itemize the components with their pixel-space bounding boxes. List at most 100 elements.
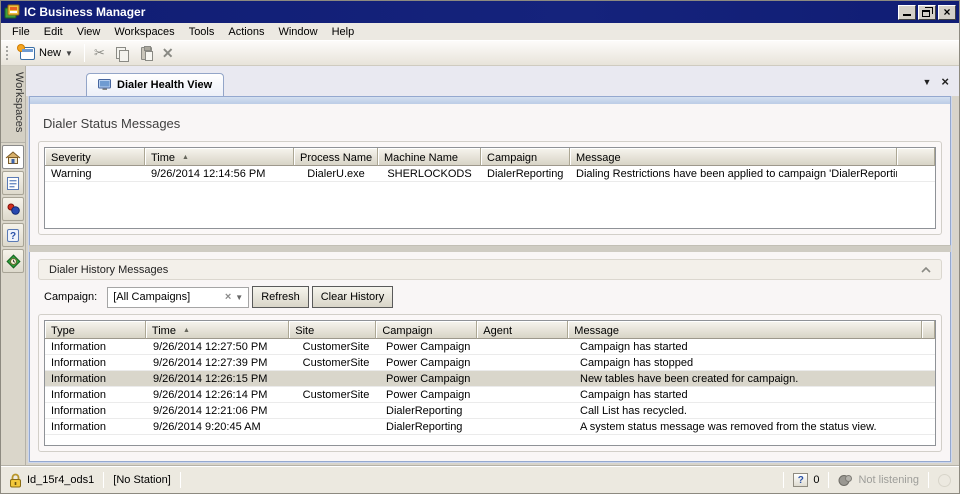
window-title: IC Business Manager [24,5,896,19]
menu-item-file[interactable]: File [5,24,37,40]
table-cell: Information [45,341,147,353]
table-cell: 9/26/2014 12:14:56 PM [145,168,294,180]
collapse-chevron-icon[interactable] [921,267,931,273]
table-cell: SHERLOCKODS [378,168,481,180]
column-header-campaign[interactable]: Campaign [481,148,570,166]
history-section-header[interactable]: Dialer History Messages [38,259,942,280]
history-messages-table: TypeTime▲SiteCampaignAgentMessageInforma… [44,320,936,446]
column-header-label: Message [576,152,621,164]
tab-dialer-health-view[interactable]: Dialer Health View [86,73,224,96]
column-header-message[interactable]: Message [568,321,922,339]
table-cell: Campaign has stopped [574,357,932,369]
column-header-label: Time [152,325,176,337]
status-messages-groupbox: SeverityTime▲Process NameMachine NameCam… [38,141,942,235]
report-icon [6,176,20,191]
campaign-label: Campaign: [44,291,97,303]
close-button[interactable]: × [938,5,956,20]
cut-button[interactable]: ✂ [91,44,108,62]
table-row[interactable]: Information9/26/2014 12:27:39 PMCustomer… [45,355,935,371]
restore-button[interactable] [918,5,936,20]
combobox-dropdown-icon[interactable]: ▼ [235,293,243,302]
paste-button[interactable] [136,44,157,63]
paste-icon [141,47,152,60]
table-cell: 9/26/2014 12:27:50 PM [147,341,292,353]
column-header-message[interactable]: Message [570,148,897,166]
tab-list-dropdown-icon[interactable]: ▼ [922,77,931,87]
menu-item-actions[interactable]: Actions [221,24,271,40]
session-id: Id_15r4_ods1 [27,474,94,486]
table-cell: 9/26/2014 12:26:14 PM [147,389,292,401]
column-header-time[interactable]: Time▲ [146,321,289,339]
status-section-title: Dialer Status Messages [43,116,942,131]
new-button[interactable]: New ▼ [15,44,78,63]
table-row[interactable]: Information9/26/2014 12:26:14 PMCustomer… [45,387,935,403]
monitor-icon [98,79,112,91]
help-badge-icon: ? [793,473,808,487]
column-header-severity[interactable]: Severity [45,148,145,166]
statusbar-separator [180,472,181,488]
workspaces-vertical-tab[interactable]: Workspaces [1,66,25,143]
table-cell: DialerReporting [481,168,570,180]
delete-button[interactable]: ✕ [160,45,176,62]
menu-item-edit[interactable]: Edit [37,24,70,40]
sidebar-item-help[interactable]: ? [2,223,24,247]
new-document-icon [20,47,35,60]
app-icon [4,4,20,20]
column-header-label: Site [295,325,314,337]
new-dropdown-arrow-icon[interactable]: ▼ [65,49,73,58]
table-cell: 9/26/2014 9:20:45 AM [147,421,292,433]
clear-history-button[interactable]: Clear History [312,286,394,308]
column-header-machine-name[interactable]: Machine Name [378,148,481,166]
section-splitter[interactable] [29,245,951,252]
sidebar-item-home[interactable] [2,145,24,169]
table-row[interactable]: Information9/26/2014 12:26:15 PMPower Ca… [45,371,935,387]
campaign-combobox[interactable]: [All Campaigns] × ▼ [107,287,249,308]
table-row[interactable]: Warning9/26/2014 12:14:56 PMDialerU.exeS… [45,166,935,182]
titlebar: IC Business Manager × [1,1,959,23]
listening-indicator: Not listening [838,474,919,487]
dialer-health-view-panel: Dialer Status Messages SeverityTime▲Proc… [29,96,951,462]
minimize-button[interactable] [898,5,916,20]
menu-item-window[interactable]: Window [271,24,324,40]
menu-item-view[interactable]: View [70,24,108,40]
lock-icon [9,473,22,488]
sidebar-item-reports[interactable] [2,171,24,195]
column-header-label: Type [51,325,75,337]
menu-item-help[interactable]: Help [325,24,362,40]
column-header-filler [922,321,935,339]
view-top-strip [30,97,950,104]
table-cell: Campaign has started [574,389,932,401]
table-cell: Information [45,373,147,385]
table-cell: Information [45,421,147,433]
sidebar-item-people[interactable] [2,197,24,221]
clear-selection-icon[interactable]: × [221,291,235,303]
column-header-process-name[interactable]: Process Name [294,148,378,166]
app-window: IC Business Manager × FileEditViewWorksp… [0,0,960,494]
column-header-agent[interactable]: Agent [477,321,568,339]
workspaces-sidebar: Workspaces [1,66,26,466]
refresh-button[interactable]: Refresh [252,286,309,308]
table-cell: New tables have been created for campaig… [574,373,932,385]
menu-item-workspaces[interactable]: Workspaces [107,24,181,40]
menu-item-tools[interactable]: Tools [182,24,222,40]
notifications-indicator[interactable]: ? 0 [793,473,819,487]
table-cell: Information [45,389,147,401]
column-header-time[interactable]: Time▲ [145,148,294,166]
column-header-site[interactable]: Site [289,321,376,339]
table-cell: Power Campaign [380,341,482,353]
column-header-campaign[interactable]: Campaign [376,321,477,339]
column-header-type[interactable]: Type [45,321,146,339]
status-messages-table: SeverityTime▲Process NameMachine NameCam… [44,147,936,229]
copy-button[interactable] [111,44,133,63]
table-cell: A system status message was removed from… [574,421,932,433]
column-header-filler [897,148,935,166]
table-cell: Information [45,357,147,369]
table-row[interactable]: Information9/26/2014 9:20:45 AMDialerRep… [45,419,935,435]
close-icon: × [943,6,950,18]
table-row[interactable]: Information9/26/2014 12:21:06 PMDialerRe… [45,403,935,419]
toolbar-grip[interactable] [5,45,9,61]
sidebar-item-tracker[interactable] [2,249,24,273]
close-view-icon[interactable]: × [941,74,949,89]
column-header-label: Agent [483,325,512,337]
table-row[interactable]: Information9/26/2014 12:27:50 PMCustomer… [45,339,935,355]
